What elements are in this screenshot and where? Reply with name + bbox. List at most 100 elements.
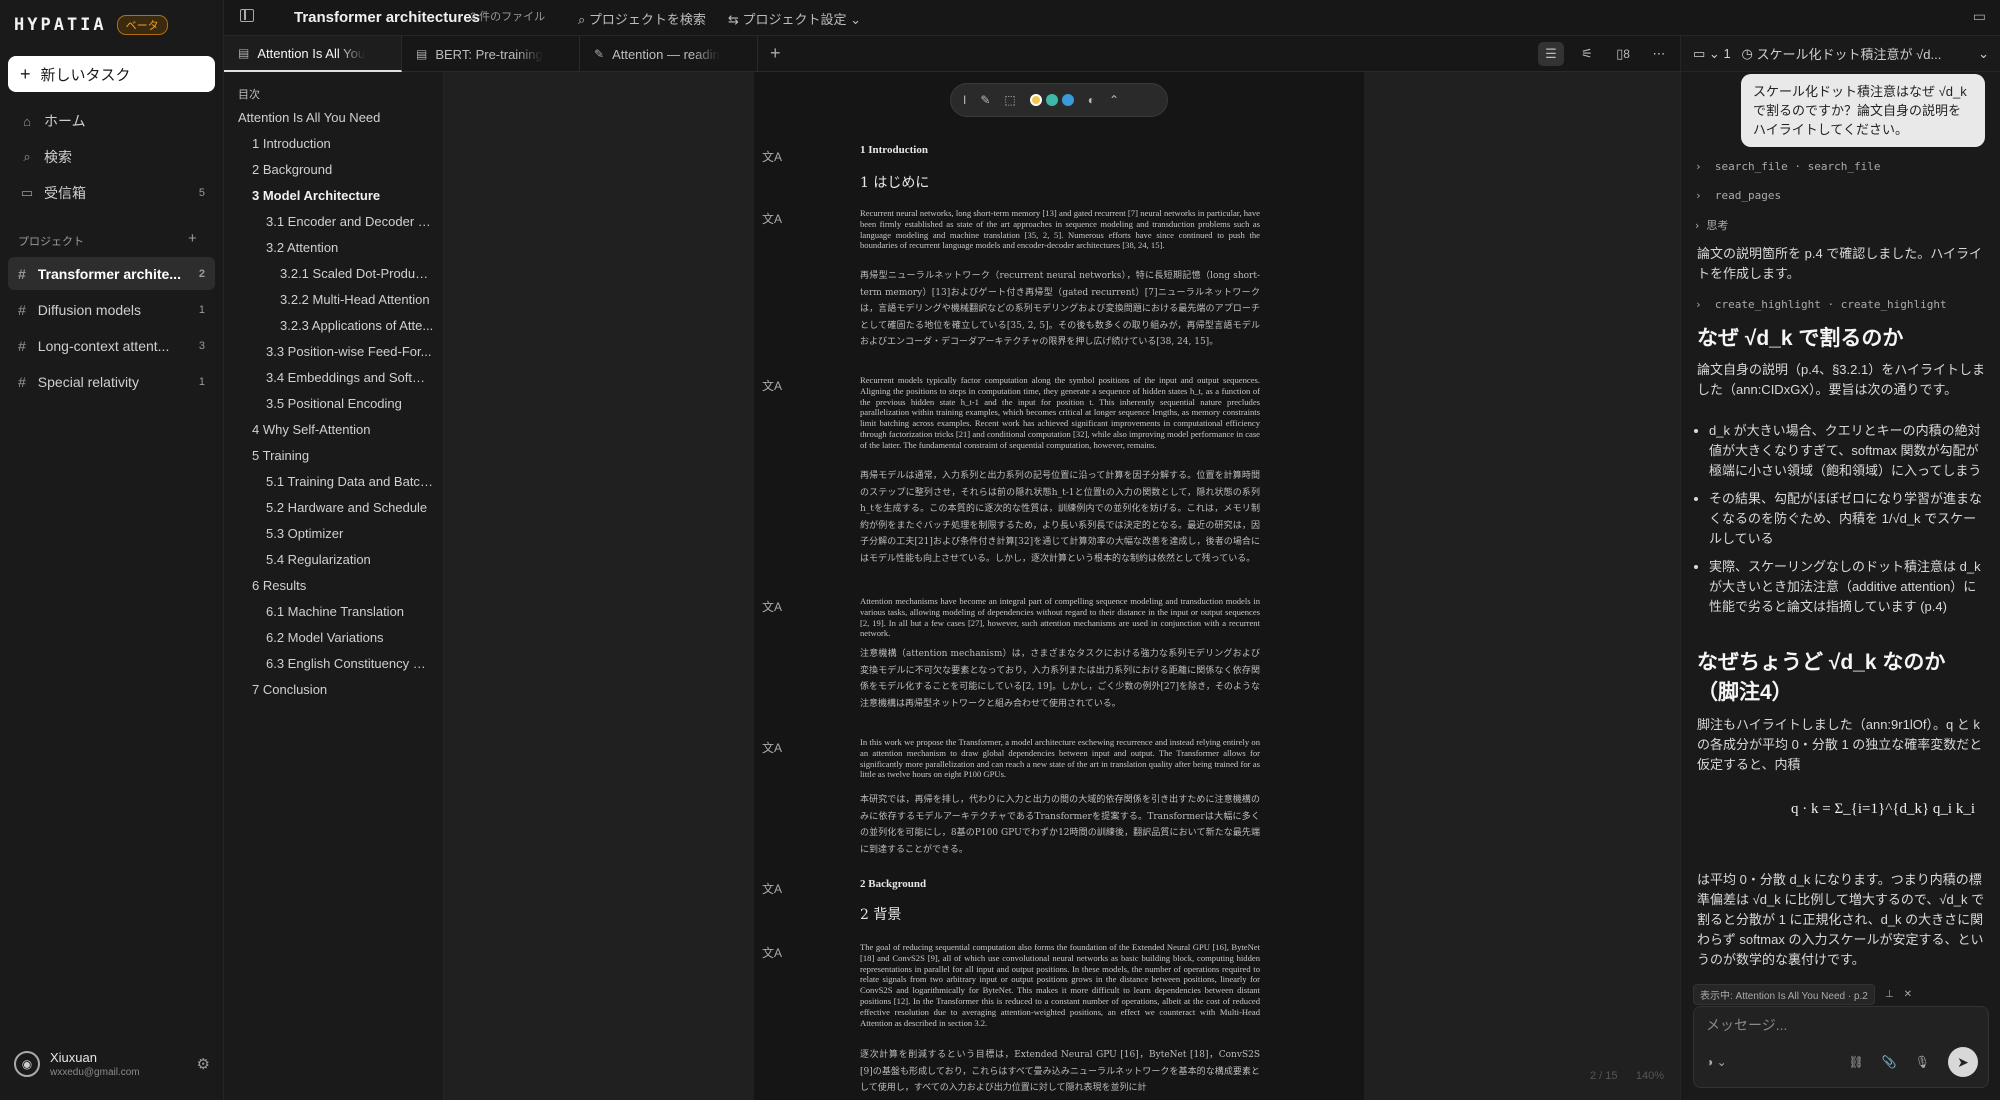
model-select-icon[interactable]: ◑ ⌄ xyxy=(1706,1055,1727,1069)
toc-item[interactable]: 3.1 Encoder and Decoder St... xyxy=(266,214,434,229)
toc-item[interactable]: 3.2.3 Applications of Atte... xyxy=(280,318,434,333)
sliders-icon: ⇆ xyxy=(728,12,743,27)
add-tab-button[interactable]: + xyxy=(770,43,781,64)
toc-item[interactable]: 5.2 Hardware and Schedule xyxy=(266,500,434,515)
toc-item[interactable]: 1 Introduction xyxy=(252,136,434,151)
link-icon[interactable]: ⛓ xyxy=(1849,1055,1864,1069)
hash-icon: # xyxy=(18,265,26,282)
toc-item[interactable]: 6.1 Machine Translation xyxy=(266,604,434,619)
logo-row: HYPATIA ベータ xyxy=(14,12,168,38)
thinking-toggle[interactable]: › 思考 xyxy=(1695,217,1728,233)
toc-item[interactable]: 6.3 English Constituency Pa... xyxy=(266,656,434,671)
send-button[interactable]: ➤ xyxy=(1948,1047,1978,1077)
toc-item[interactable]: 5.4 Regularization xyxy=(266,552,434,567)
tab-attention[interactable]: ▤ Attention Is All You Need xyxy=(224,36,402,72)
translate-icon[interactable]: 文A xyxy=(762,210,782,227)
nav-inbox[interactable]: ▭ 受信箱 5 xyxy=(8,177,215,209)
yellow-swatch[interactable] xyxy=(1029,94,1042,106)
rect-select-icon[interactable]: ⬚ xyxy=(1004,93,1015,107)
pages-icon[interactable]: ▯ 8 xyxy=(1610,42,1636,66)
toc-item[interactable]: 3.3 Position-wise Feed-For... xyxy=(266,344,434,359)
toc-item[interactable]: 3.2.2 Multi-Head Attention xyxy=(280,292,434,307)
tab-label: BERT: Pre-training of Deep xyxy=(435,46,543,62)
projects-label: プロジェクト xyxy=(18,236,84,248)
translate-icon[interactable]: 文A xyxy=(762,944,782,961)
paragraph-en: Recurrent neural networks, long short-te… xyxy=(860,208,1260,251)
list-item: d_k が大きい場合、クエリとキーの内積の絶対値が大きくなりすぎて、softma… xyxy=(1709,421,1987,481)
sidebar-toggle-icon[interactable] xyxy=(240,9,254,22)
project-search-button[interactable]: ⌕ プロジェクトを検索 xyxy=(578,9,706,28)
project-count: 2 xyxy=(198,267,205,280)
palette-icon[interactable]: ◐ xyxy=(1088,93,1095,107)
thread-title[interactable]: スケール化ドット積注意が √d... xyxy=(1757,44,1942,63)
thread-count[interactable]: ⌄ 1 xyxy=(1709,46,1731,62)
project-item-long-context[interactable]: # Long-context attent... 3 xyxy=(8,329,215,362)
toc-item[interactable]: 4 Why Self-Attention xyxy=(252,422,434,437)
chevron-up-icon[interactable]: ⌃ xyxy=(1109,93,1119,107)
nav-home[interactable]: ⌂ ホーム xyxy=(8,105,215,137)
toc-item[interactable]: 3.4 Embeddings and Softmax xyxy=(266,370,434,385)
translate-icon[interactable]: 文A xyxy=(762,598,782,615)
pin-icon[interactable]: ⊥ xyxy=(1885,989,1894,1000)
new-task-button[interactable]: + 新しいタスク xyxy=(8,56,215,92)
mic-icon[interactable]: 🎙 xyxy=(1915,1055,1930,1069)
project-settings-button[interactable]: ⇆ プロジェクト設定 ⌄ xyxy=(728,9,861,28)
paragraph-ja: 再帰モデルは通常，入力系列と出力系列の記号位置に沿って計算を因子分解する。位置を… xyxy=(860,471,1260,564)
tool-call-search[interactable]: › search_file · search_file xyxy=(1695,160,1880,173)
annotation-toolbar: I ✎ ⬚ ◐ ⌃ xyxy=(950,83,1168,117)
translate-icon[interactable]: 文A xyxy=(762,739,782,756)
translate-icon[interactable]: 文A xyxy=(762,377,782,394)
toc-item[interactable]: Attention Is All You Need xyxy=(238,110,434,125)
chat-bubble-icon[interactable]: ▭ xyxy=(1973,8,1986,25)
tab-notes[interactable]: ✎ Attention — reading notes xyxy=(580,36,758,72)
color-swatches xyxy=(1029,94,1074,106)
toc-item[interactable]: 2 Background xyxy=(252,162,434,177)
toc-item[interactable]: 3 Model Architecture xyxy=(252,188,434,203)
teal-swatch[interactable] xyxy=(1045,94,1058,106)
translate-icon[interactable]: 文A xyxy=(762,880,782,897)
tab-bert[interactable]: ▤ BERT: Pre-training of Deep xyxy=(402,36,580,72)
paragraph-ja: 逐次計算を削減するという目標は，Extended Neural GPU [16]… xyxy=(860,1050,1260,1093)
toc-item[interactable]: 6 Results xyxy=(252,578,434,593)
settings-sliders-icon[interactable]: ⚟ xyxy=(1574,42,1600,66)
chat-header: ▭ ⌄ 1 ◷ スケール化ドット積注意が √d... ⌄ xyxy=(1681,36,2000,72)
zoom-level: 140% xyxy=(1635,1070,1664,1082)
outline-view-icon[interactable]: ☰ xyxy=(1538,42,1564,66)
blue-swatch[interactable] xyxy=(1061,94,1074,106)
toc-item[interactable]: 5 Training xyxy=(252,448,434,463)
history-icon[interactable]: ◷ xyxy=(1742,46,1753,62)
toc-item[interactable]: 3.2.1 Scaled Dot-Product ... xyxy=(280,266,434,281)
project-item-diffusion[interactable]: # Diffusion models 1 xyxy=(8,293,215,326)
project-item-transformer[interactable]: # Transformer archite... 2 xyxy=(8,257,215,290)
chevron-down-icon[interactable]: ⌄ xyxy=(1978,46,1989,62)
context-chip[interactable]: 表示中: Attention Is All You Need · p.2 xyxy=(1693,984,1875,1005)
pen-icon[interactable]: ✎ xyxy=(980,93,990,107)
toc-item[interactable]: 3.5 Positional Encoding xyxy=(266,396,434,411)
answer-bullets: d_k が大きい場合、クエリとキーの内積の絶対値が大きくなりすぎて、softma… xyxy=(1697,421,1987,625)
attach-icon[interactable]: 📎 xyxy=(1882,1055,1897,1069)
answer-paragraph-3: は平均 0・分散 d_k になります。つまり内積の標準偏差は √d_k に比例し… xyxy=(1697,872,1985,967)
message-input[interactable] xyxy=(1706,1017,1976,1033)
user-email: wxxedu@gmail.com xyxy=(50,1067,140,1078)
tool-call-highlight[interactable]: › create_highlight · create_highlight xyxy=(1695,298,1947,311)
toc-item[interactable]: 5.1 Training Data and Batchi... xyxy=(266,474,434,489)
nav-search[interactable]: ⌕ 検索 xyxy=(8,141,215,173)
tool-call-read[interactable]: › read_pages xyxy=(1695,189,1781,202)
add-project-button[interactable]: + xyxy=(188,230,197,247)
answer-paragraph-1: 論文自身の説明（p.4、§3.2.1）をハイライトしました（ann:CIDxGX… xyxy=(1697,362,1985,397)
list-item: その結果、勾配がほぼゼロになり学習が進まなくなるのを防ぐため、内積を 1/√d_… xyxy=(1709,489,1987,549)
toc-item[interactable]: 7 Conclusion xyxy=(252,682,434,697)
project-count: 1 xyxy=(198,303,205,316)
user-profile[interactable]: ◉ Xiuxuan wxxedu@gmail.com ⚙ xyxy=(14,1042,210,1086)
chat-icon[interactable]: ▭ xyxy=(1693,46,1705,62)
more-icon[interactable]: ⋯ xyxy=(1646,42,1672,66)
gear-icon[interactable]: ⚙ xyxy=(197,1055,210,1073)
text-cursor-icon[interactable]: I xyxy=(963,93,966,107)
project-item-relativity[interactable]: # Special relativity 1 xyxy=(8,365,215,398)
toc-item[interactable]: 6.2 Model Variations xyxy=(266,630,434,645)
toc-item[interactable]: 3.2 Attention xyxy=(266,240,434,255)
paragraph-en: Recurrent models typically factor comput… xyxy=(860,375,1260,450)
toc-item[interactable]: 5.3 Optimizer xyxy=(266,526,434,541)
close-icon[interactable]: ✕ xyxy=(1904,989,1912,1000)
translate-icon[interactable]: 文A xyxy=(762,148,782,165)
